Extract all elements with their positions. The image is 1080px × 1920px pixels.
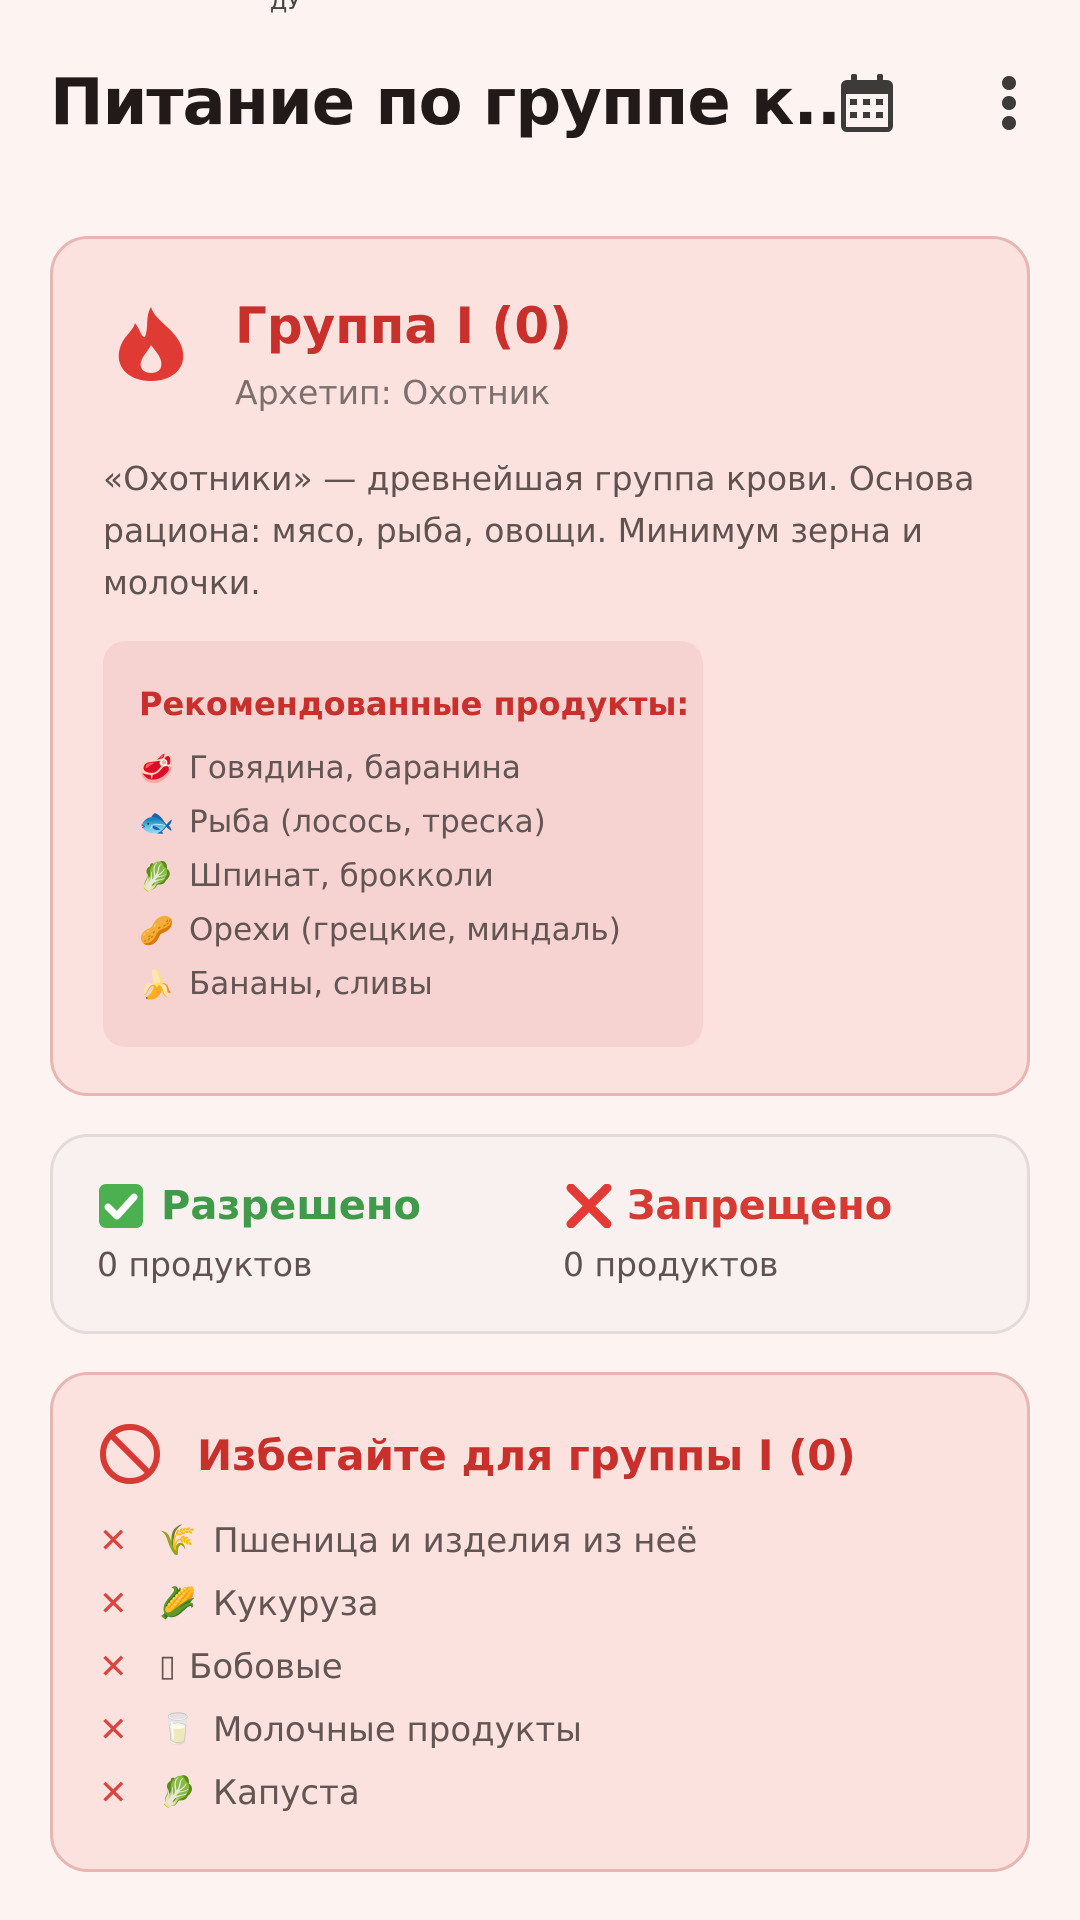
list-item: 🥜 Орехи (грецкие, миндаль)	[139, 903, 621, 957]
forbidden-stat[interactable]: Запрещено 0 продуктов	[563, 1183, 892, 1284]
list-item-label: Рыба (лосось, треска)	[189, 804, 546, 840]
recommended-products-box: Рекомендованные продукты: 🥩 Говядина, ба…	[103, 641, 703, 1047]
forbidden-label: Запрещено	[627, 1183, 893, 1229]
list-item-label: Кукуруза	[213, 1583, 379, 1624]
list-item: 🥩 Говядина, баранина	[139, 741, 621, 795]
more-options-button[interactable]	[972, 66, 1046, 140]
page-title: Питание по группе к...	[50, 66, 864, 140]
list-item-label: Бананы, сливы	[189, 966, 433, 1002]
list-item-label: Пшеница и изделия из неё	[213, 1520, 698, 1561]
calendar-icon	[841, 74, 893, 132]
list-item: ✕ 🥬 Капуста	[99, 1761, 697, 1824]
list-item: ✕ ▯ Бобовые	[99, 1635, 697, 1698]
list-item: 🐟 Рыба (лосось, треска)	[139, 795, 621, 849]
list-item-label: Молочные продукты	[213, 1709, 582, 1750]
cabbage-icon: 🥬	[159, 1775, 197, 1810]
meat-icon: 🥩	[139, 751, 174, 785]
app-bar: Питание по группе к...	[0, 0, 1080, 200]
recommended-title: Рекомендованные продукты:	[139, 685, 690, 723]
corn-icon: 🌽	[159, 1586, 197, 1621]
allowed-label: Разрешено	[161, 1183, 422, 1229]
calendar-button[interactable]	[830, 66, 904, 140]
list-item-label: Капуста	[213, 1772, 360, 1813]
cross-icon	[566, 1184, 612, 1228]
x-mark-icon: ✕	[99, 1772, 128, 1813]
list-item: ✕ 🥛 Молочные продукты	[99, 1698, 697, 1761]
x-mark-icon: ✕	[99, 1709, 128, 1750]
group-title: Группа I (0)	[235, 297, 572, 355]
stats-card: Разрешено 0 продуктов Запрещено 0 продук…	[50, 1134, 1030, 1334]
list-item-label: Орехи (грецкие, миндаль)	[189, 912, 621, 948]
list-item: 🥬 Шпинат, брокколи	[139, 849, 621, 903]
avoid-list: ✕ 🌾 Пшеница и изделия из неё ✕ 🌽 Кукуруз…	[99, 1509, 697, 1824]
x-mark-icon: ✕	[99, 1646, 128, 1687]
group-archetype: Архетип: Охотник	[235, 373, 551, 412]
forbidden-header: Запрещено	[563, 1183, 892, 1229]
avoid-title: Избегайте для группы I (0)	[197, 1431, 856, 1480]
recommended-list: 🥩 Говядина, баранина 🐟 Рыба (лосось, тре…	[139, 741, 621, 1011]
list-item: 🍌 Бананы, сливы	[139, 957, 621, 1011]
leafy-green-icon: 🥬	[139, 859, 174, 893]
x-mark-icon: ✕	[99, 1583, 128, 1624]
wheat-icon: 🌾	[159, 1523, 197, 1558]
allowed-header: Разрешено	[97, 1183, 421, 1229]
list-item-label: Говядина, баранина	[189, 750, 521, 786]
forbidden-count: 0 продуктов	[563, 1245, 779, 1284]
milk-icon: 🥛	[159, 1712, 197, 1747]
fish-icon: 🐟	[139, 805, 174, 839]
check-icon	[99, 1184, 143, 1228]
list-item-label: Бобовые	[189, 1646, 343, 1687]
more-vert-icon	[1002, 76, 1016, 130]
allowed-count: 0 продуктов	[97, 1245, 313, 1284]
allowed-stat[interactable]: Разрешено 0 продуктов	[97, 1183, 421, 1284]
fire-icon	[118, 307, 184, 381]
list-item: ✕ 🌽 Кукуруза	[99, 1572, 697, 1635]
block-icon	[100, 1424, 160, 1484]
avoid-card: Избегайте для группы I (0) ✕ 🌾 Пшеница и…	[50, 1372, 1030, 1872]
x-mark-icon: ✕	[99, 1520, 128, 1561]
group-description: «Охотники» — древнейшая группа крови. Ос…	[103, 459, 975, 602]
blood-group-card: Группа I (0) Архетип: Охотник «Охотники»…	[50, 236, 1030, 1096]
list-item-label: Шпинат, брокколи	[189, 858, 494, 894]
peanut-icon: 🥜	[139, 913, 174, 947]
beans-icon: ▯	[159, 1649, 176, 1684]
list-item: ✕ 🌾 Пшеница и изделия из неё	[99, 1509, 697, 1572]
banana-icon: 🍌	[139, 967, 174, 1001]
